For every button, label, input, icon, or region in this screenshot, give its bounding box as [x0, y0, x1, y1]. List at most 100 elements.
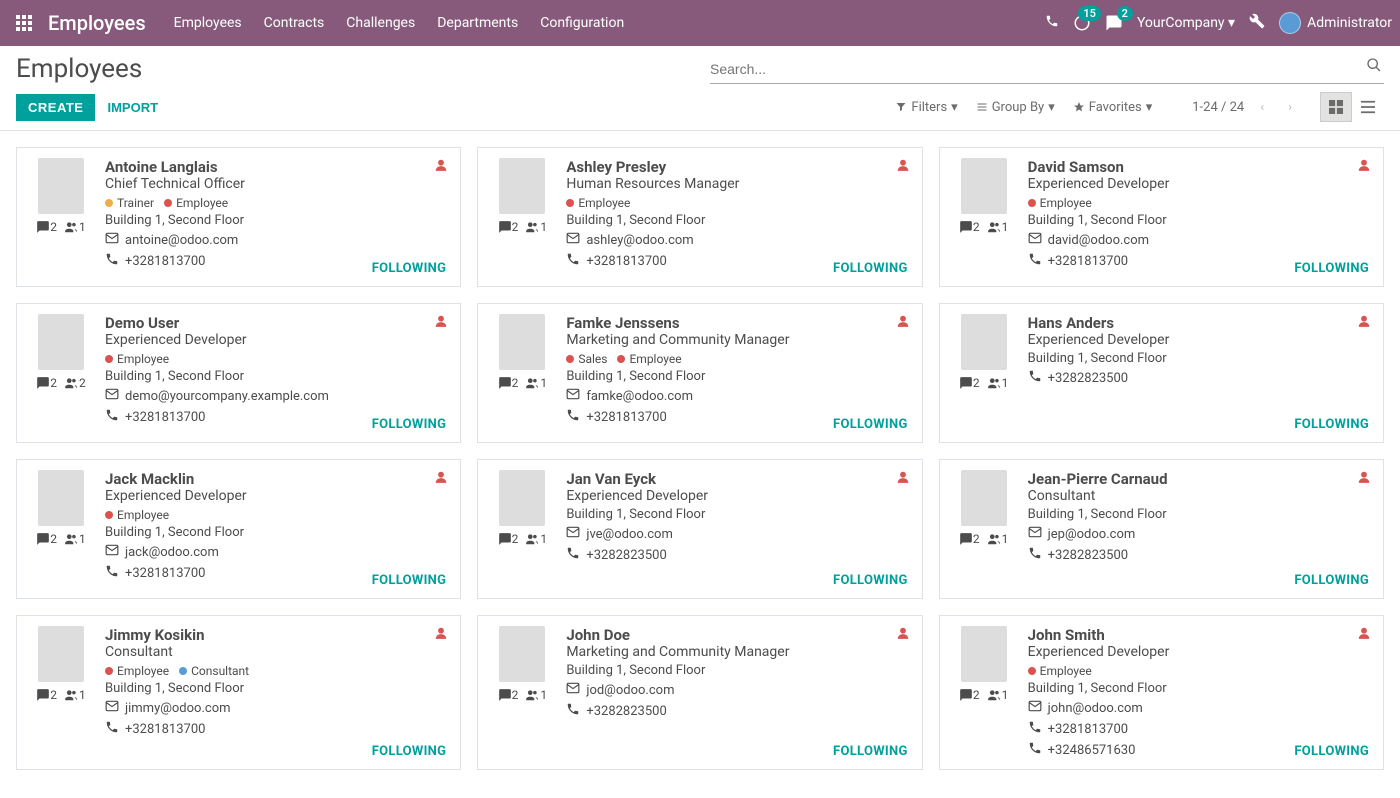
tag-label: Employee [117, 664, 169, 678]
card-stats: 2 1 [498, 532, 548, 546]
employee-name: Hans Anders [1028, 314, 1369, 332]
messages-icon[interactable]: 2 [1105, 14, 1123, 32]
filters-dropdown[interactable]: Filters ▾ [895, 100, 957, 115]
tag-label: Sales [578, 352, 607, 366]
follower-count: 1 [63, 532, 86, 546]
messages-badge: 2 [1117, 6, 1133, 21]
tag-label: Employee [117, 352, 169, 366]
card-stats: 2 1 [959, 532, 1009, 546]
company-switcher[interactable]: YourCompany ▾ [1137, 15, 1235, 31]
search-wrap [710, 55, 1384, 84]
kanban-view: 2 1 Antoine Langlais Chief Technical Off… [0, 131, 1400, 786]
following-label[interactable]: FOLLOWING [372, 744, 447, 759]
employee-card[interactable]: 2 1 Hans Anders Experienced Developer Bu… [939, 303, 1384, 443]
following-label[interactable]: FOLLOWING [833, 573, 908, 588]
message-count: 2 [36, 220, 57, 234]
following-label[interactable]: FOLLOWING [833, 261, 908, 276]
import-button[interactable]: IMPORT [95, 94, 170, 121]
nav-employees[interactable]: Employees [174, 15, 242, 31]
follower-count: 1 [524, 220, 547, 234]
groupby-dropdown[interactable]: Group By ▾ [976, 100, 1055, 115]
user-menu[interactable]: Administrator [1279, 12, 1392, 34]
phone-icon [1028, 720, 1042, 738]
follower-count: 1 [524, 376, 547, 390]
pager-next[interactable]: › [1280, 96, 1300, 119]
employee-location: Building 1, Second Floor [1028, 213, 1369, 228]
nav-challenges[interactable]: Challenges [346, 15, 415, 31]
employee-name: Jean-Pierre Carnaud [1028, 470, 1369, 488]
envelope-icon [566, 681, 580, 699]
following-label[interactable]: FOLLOWING [372, 261, 447, 276]
main-nav: Employees Contracts Challenges Departmen… [174, 15, 625, 31]
phone-icon [1028, 252, 1042, 270]
card-stats: 2 1 [959, 220, 1009, 234]
debug-icon[interactable] [1249, 13, 1265, 33]
card-stats: 2 1 [36, 220, 86, 234]
message-count: 2 [36, 688, 57, 702]
company-name: YourCompany [1137, 15, 1225, 31]
tag-chip: Employee [164, 196, 228, 210]
employee-name: Ashley Presley [566, 158, 907, 176]
employee-card[interactable]: 2 1 Famke Jenssens Marketing and Communi… [477, 303, 922, 443]
employee-card[interactable]: 2 1 Ashley Presley Human Resources Manag… [477, 147, 922, 287]
tag-chip: Employee [1028, 664, 1092, 678]
employee-card[interactable]: 2 1 David Samson Experienced Developer E… [939, 147, 1384, 287]
caret-down-icon: ▾ [1048, 100, 1055, 115]
employee-location: Building 1, Second Floor [105, 681, 446, 696]
tag-chip: Employee [105, 664, 169, 678]
create-button[interactable]: CREATE [16, 94, 95, 121]
following-label[interactable]: FOLLOWING [1294, 573, 1369, 588]
pager-prev[interactable]: ‹ [1252, 96, 1272, 119]
employee-card[interactable]: 2 1 John Doe Marketing and Community Man… [477, 615, 922, 770]
nav-departments[interactable]: Departments [437, 15, 518, 31]
following-label[interactable]: FOLLOWING [1294, 744, 1369, 759]
view-list-button[interactable] [1352, 92, 1384, 122]
message-count: 2 [959, 376, 980, 390]
employee-card[interactable]: 2 1 Jimmy Kosikin Consultant EmployeeCon… [16, 615, 461, 770]
employee-card[interactable]: 2 1 John Smith Experienced Developer Emp… [939, 615, 1384, 770]
phone-icon[interactable] [1045, 14, 1059, 32]
following-label[interactable]: FOLLOWING [1294, 261, 1369, 276]
notifications-icon[interactable]: 15 [1073, 14, 1091, 32]
employee-email: jep@odoo.com [1028, 525, 1369, 543]
view-kanban-button[interactable] [1320, 92, 1352, 122]
employee-email: jve@odoo.com [566, 525, 907, 543]
employee-name: Jan Van Eyck [566, 470, 907, 488]
employee-card[interactable]: 2 1 Antoine Langlais Chief Technical Off… [16, 147, 461, 287]
following-label[interactable]: FOLLOWING [833, 744, 908, 759]
tag-row: Employee [1028, 664, 1369, 678]
employee-title: Experienced Developer [566, 488, 907, 504]
person-icon [896, 470, 910, 488]
envelope-icon [105, 387, 119, 405]
employee-card[interactable]: 2 1 Jan Van Eyck Experienced Developer B… [477, 459, 922, 599]
following-label[interactable]: FOLLOWING [372, 417, 447, 432]
following-label[interactable]: FOLLOWING [1294, 417, 1369, 432]
message-count: 2 [498, 688, 519, 702]
search-input[interactable] [710, 55, 1384, 83]
message-count: 2 [959, 688, 980, 702]
employee-email: ashley@odoo.com [566, 231, 907, 249]
following-label[interactable]: FOLLOWING [833, 417, 908, 432]
nav-configuration[interactable]: Configuration [540, 15, 624, 31]
employee-location: Building 1, Second Floor [105, 213, 446, 228]
employee-photo [499, 626, 545, 682]
nav-contracts[interactable]: Contracts [264, 15, 325, 31]
employee-card[interactable]: 2 1 Jean-Pierre Carnaud Consultant Build… [939, 459, 1384, 599]
apps-icon[interactable] [8, 15, 40, 31]
favorites-dropdown[interactable]: Favorites ▾ [1073, 100, 1153, 115]
caret-down-icon: ▾ [1228, 15, 1235, 31]
follower-count: 1 [63, 220, 86, 234]
employee-title: Chief Technical Officer [105, 176, 446, 192]
caret-down-icon: ▾ [1146, 100, 1153, 115]
card-stats: 2 1 [498, 220, 548, 234]
employee-card[interactable]: 2 1 Jack Macklin Experienced Developer E… [16, 459, 461, 599]
search-icon[interactable] [1366, 57, 1382, 77]
employee-name: Antoine Langlais [105, 158, 446, 176]
employee-location: Building 1, Second Floor [566, 369, 907, 384]
person-icon [1357, 470, 1371, 488]
employee-email: jod@odoo.com [566, 681, 907, 699]
employee-card[interactable]: 2 2 Demo User Experienced Developer Empl… [16, 303, 461, 443]
employee-title: Experienced Developer [105, 488, 446, 504]
following-label[interactable]: FOLLOWING [372, 573, 447, 588]
envelope-icon [566, 387, 580, 405]
